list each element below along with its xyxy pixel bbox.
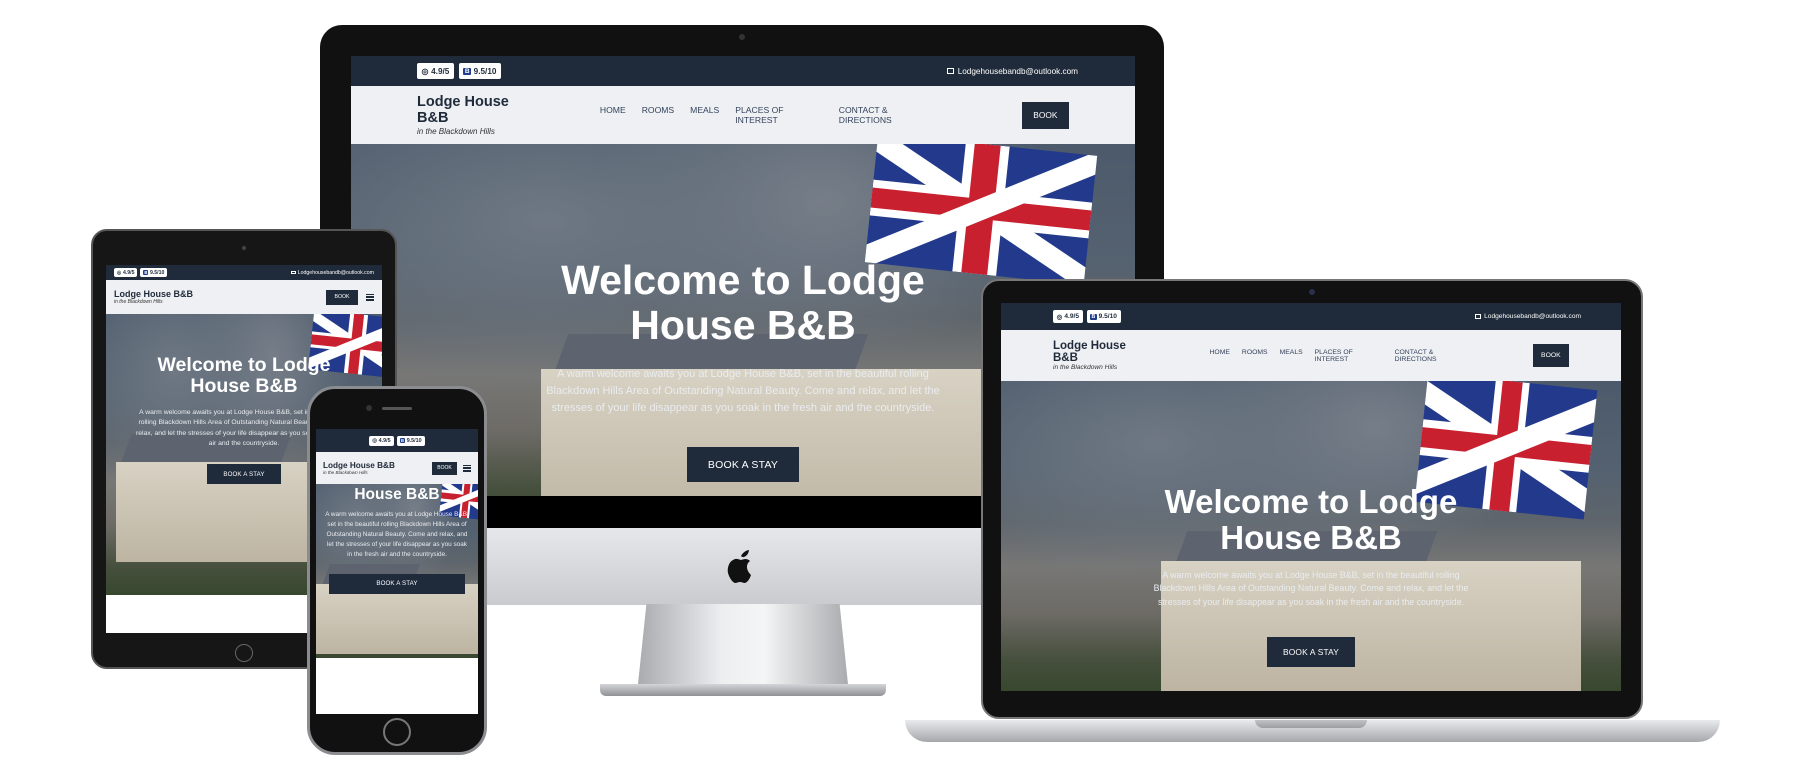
ipad-home-button <box>235 644 253 662</box>
book-button[interactable]: BOOK <box>1021 101 1069 129</box>
book-a-stay-button[interactable]: BOOK A STAY <box>207 464 281 484</box>
nav-places-of-interest[interactable]: PLACES OF INTEREST <box>1315 349 1383 363</box>
nav-home[interactable]: HOME <box>600 105 626 125</box>
site-logo[interactable]: Lodge House B&B in the Blackdown Hills <box>323 461 395 475</box>
tripadvisor-rating-badge[interactable]: ◎ 4.9/5 <box>417 63 454 79</box>
hamburger-menu-icon[interactable] <box>463 464 471 472</box>
imac-stand <box>638 604 848 684</box>
site-logo[interactable]: Lodge House B&B in the Blackdown Hills <box>114 289 193 305</box>
hero-text: A warm welcome awaits you at Lodge House… <box>546 368 940 415</box>
owl-icon: ◎ <box>116 269 122 276</box>
mail-icon <box>946 68 955 74</box>
hero-section: House B&B A warm welcome awaits you at L… <box>316 484 478 658</box>
hero-section: Welcome to Lodge House B&B A warm welcom… <box>1001 381 1621 691</box>
site-header: Lodge House B&B in the Blackdown Hills B… <box>106 280 382 314</box>
ipad-camera <box>242 246 246 250</box>
main-nav: HOME ROOMS MEALS PLACES OF INTEREST CONT… <box>600 105 937 125</box>
top-bar: ◎ 4.9/5 B 9.5/10 Lodgehousebandb@outlook.c… <box>351 56 1135 86</box>
macbook-camera <box>1309 289 1315 295</box>
site-header: Lodge House B&B in the Blackdown Hills H… <box>351 86 1135 144</box>
nav-contact-directions[interactable]: CONTACT & DIRECTIONS <box>1395 349 1471 363</box>
booking-rating-badge[interactable]: B 9.5/10 <box>396 435 425 446</box>
tripadvisor-rating-badge[interactable]: ◎ 4.9/5 <box>1053 310 1083 323</box>
site-header: Lodge House B&B in the Blackdown Hills H… <box>1001 330 1621 381</box>
book-button[interactable]: BOOK <box>326 289 358 305</box>
top-bar: ◎ 4.9/5 B 9.5/10 Lodgehousebandb@outlook.c… <box>1001 303 1621 330</box>
book-a-stay-button[interactable]: BOOK A STAY <box>687 447 799 483</box>
booking-rating-badge[interactable]: B 9.5/10 <box>458 63 501 79</box>
email-link[interactable]: Lodgehousebandb@outlook.com <box>1475 313 1581 320</box>
email-link[interactable]: Lodgehousebandb@outlook.com <box>290 270 374 276</box>
iphone-screen: ◎ 4.9/5 B 9.5/10 Lodge House B&B in the Bl… <box>316 429 478 714</box>
book-a-stay-button[interactable]: BOOK A STAY <box>329 573 465 594</box>
email-link[interactable]: Lodgehousebandb@outlook.com <box>946 67 1078 76</box>
main-nav: HOME ROOMS MEALS PLACES OF INTEREST CONT… <box>1210 349 1471 363</box>
macbook-notch <box>1255 720 1367 728</box>
nav-meals[interactable]: MEALS <box>1280 349 1303 363</box>
tripadvisor-rating-badge[interactable]: ◎ 4.9/5 <box>114 268 138 277</box>
book-button[interactable]: BOOK <box>432 461 457 475</box>
hamburger-menu-icon[interactable] <box>366 293 374 301</box>
booking-rating-badge[interactable]: B 9.5/10 <box>140 268 168 277</box>
nav-meals[interactable]: MEALS <box>690 105 719 125</box>
nav-contact-directions[interactable]: CONTACT & DIRECTIONS <box>839 105 937 125</box>
imac-camera <box>739 34 745 40</box>
booking-rating-badge[interactable]: B 9.5/10 <box>1086 310 1121 323</box>
nav-rooms[interactable]: ROOMS <box>642 105 674 125</box>
top-bar: ◎ 4.9/5 B 9.5/10 Lodgehousebandb@outlook.c… <box>106 265 382 280</box>
owl-icon: ◎ <box>372 437 378 444</box>
mail-icon <box>1475 314 1482 319</box>
booking-icon: B <box>143 270 149 275</box>
nav-places-of-interest[interactable]: PLACES OF INTEREST <box>735 105 822 125</box>
owl-icon: ◎ <box>1056 313 1063 321</box>
top-bar: ◎ 4.9/5 B 9.5/10 <box>316 429 478 452</box>
owl-icon: ◎ <box>421 67 429 76</box>
iphone-home-button <box>383 718 411 746</box>
imac-stand-base <box>600 684 886 696</box>
mail-icon <box>290 270 296 275</box>
iphone-camera <box>366 405 372 411</box>
booking-icon: B <box>463 67 472 75</box>
nav-rooms[interactable]: ROOMS <box>1242 349 1268 363</box>
tripadvisor-rating-badge[interactable]: ◎ 4.9/5 <box>369 435 394 446</box>
book-a-stay-button[interactable]: BOOK A STAY <box>1267 637 1355 668</box>
iphone-speaker <box>382 407 412 410</box>
hero-text: A warm welcome awaits you at Lodge House… <box>325 511 469 558</box>
booking-icon: B <box>1090 313 1097 320</box>
apple-logo-icon <box>724 546 758 584</box>
hero-title: House B&B <box>354 486 440 503</box>
site-header: Lodge House B&B in the Blackdown Hills B… <box>316 452 478 484</box>
booking-icon: B <box>399 438 406 443</box>
hero-text: A warm welcome awaits you at Lodge House… <box>1153 569 1469 607</box>
hero-title: Welcome to Lodge House B&B <box>1164 483 1458 557</box>
site-logo[interactable]: Lodge House B&B in the Blackdown Hills <box>1053 340 1150 371</box>
macbook-screen: ◎ 4.9/5 B 9.5/10 Lodgehousebandb@outlook.c… <box>1001 303 1621 691</box>
book-button[interactable]: BOOK <box>1532 344 1570 367</box>
nav-home[interactable]: HOME <box>1210 349 1230 363</box>
site-logo[interactable]: Lodge House B&B in the Blackdown Hills <box>417 94 540 136</box>
